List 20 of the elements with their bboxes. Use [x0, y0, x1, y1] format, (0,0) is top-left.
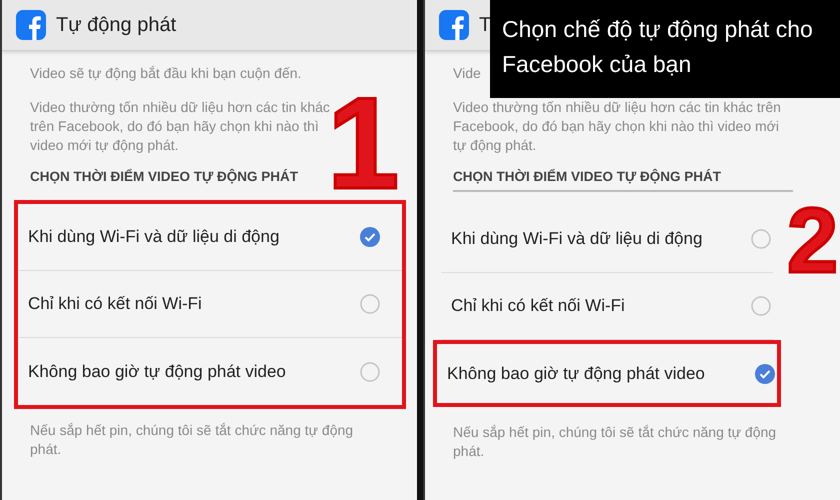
section-heading: CHỌN THỜI ĐIỂM VIDEO TỰ ĐỘNG PHÁT: [30, 169, 299, 186]
intro-text: Video sẽ tự động bắt đầu khi bạn cuộn đến.: [30, 65, 302, 81]
screen-title: T: [479, 14, 492, 36]
footer-note: Nếu sắp hết pin, chúng tôi sẽ tắt chức năng tự động phát.: [453, 423, 778, 461]
autoplay-option[interactable]: Không bao giờ tự động phát video: [433, 340, 781, 407]
intro-text: Vide: [453, 65, 481, 81]
facebook-logo-icon: [439, 10, 469, 40]
description-text: Video thường tốn nhiều dữ liệu hơn các tin khác trên Facebook, do đó bạn hãy chọn khi nào thì video mới tự động phát.: [30, 98, 331, 155]
screen-title: Tự động phát: [56, 14, 176, 36]
step-number: 2: [787, 195, 838, 287]
autoplay-option[interactable]: Chỉ khi có kết nối Wi-Fi: [441, 273, 773, 340]
autoplay-option[interactable]: Chỉ khi có kết nối Wi-Fi: [18, 271, 402, 338]
section-heading: CHỌN THỜI ĐIỂM VIDEO TỰ ĐỘNG PHÁT: [453, 169, 793, 192]
autoplay-option[interactable]: Khi dùng Wi-Fi và dữ liệu di động: [441, 206, 773, 273]
description-text: Video thường tốn nhiều dữ liệu hơn các tin khác trên Facebook, do đó bạn hãy chọn khi nào thì video mới tự động phát.: [453, 98, 782, 155]
footer-note: Nếu sắp hết pin, chúng tôi sẽ tắt chức năng tự động phát.: [30, 421, 354, 459]
caption-text: Chọn chế độ tự động phát cho Facebook của bạn: [501, 15, 814, 79]
autoplay-option[interactable]: Không bao giờ tự động phát video: [18, 338, 402, 405]
facebook-logo-icon: [16, 10, 46, 40]
autoplay-option[interactable]: Khi dùng Wi-Fi và dữ liệu di động: [18, 204, 402, 271]
